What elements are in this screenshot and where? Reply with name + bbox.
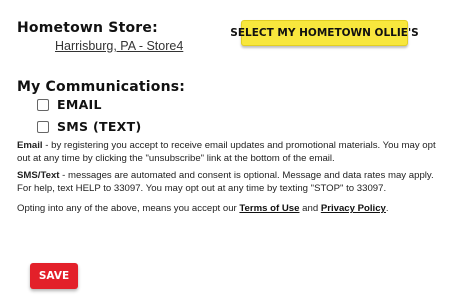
sms-disclaimer-text: - messages are automated and consent is … [17,170,434,194]
sms-option-label: SMS (TEXT) [57,119,142,134]
terms-of-use-link[interactable]: Terms of Use [239,203,299,214]
privacy-policy-link[interactable]: Privacy Policy [321,203,386,214]
period-text: . [385,203,389,214]
email-option-label: EMAIL [57,97,102,112]
sms-term: SMS/Text [17,170,60,181]
and-text: and [299,203,321,214]
optin-notice: Opting into any of the above, means you … [17,203,447,216]
email-option: EMAIL [35,97,102,112]
my-communications-heading: My Communications: [17,79,186,95]
save-button[interactable]: SAVE [30,263,78,289]
email-checkbox[interactable] [37,98,49,111]
sms-disclaimer: SMS/Text - messages are automated and co… [17,170,447,195]
email-term: Email [17,140,43,151]
sms-option: SMS (TEXT) [35,119,141,134]
select-hometown-store-button[interactable]: SELECT MY HOMETOWN OLLIE'S [230,20,419,46]
current-store-link[interactable]: Harrisburg, PA - Store4 [55,39,183,53]
email-disclaimer: Email - by registering you accept to rec… [17,140,447,165]
email-disclaimer-text: - by registering you accept to receive e… [17,140,436,164]
hometown-store-heading: Hometown Store: [17,20,158,36]
optin-text: Opting into any of the above, means you … [17,203,240,214]
sms-checkbox[interactable] [37,120,49,133]
